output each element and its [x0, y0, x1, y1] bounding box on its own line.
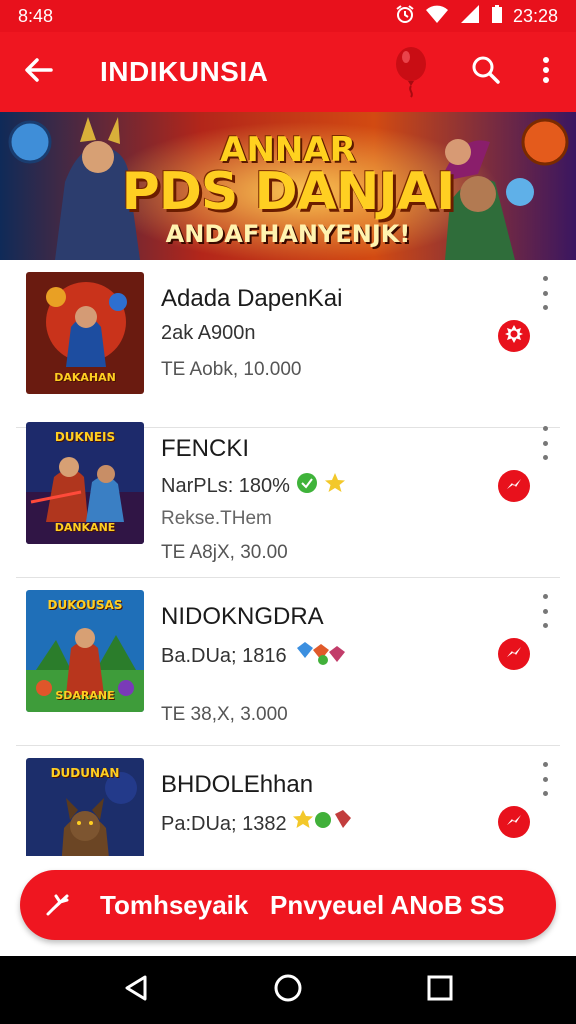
game-thumbnail[interactable]: DUDUNAN [26, 758, 144, 856]
game-thumbnail[interactable]: DAKAHAN [26, 272, 144, 394]
flash-icon [505, 475, 523, 498]
wifi-icon [425, 4, 449, 29]
list-item[interactable]: DAKAHAN Adada DapenKai 2ak A900n TE Aobk… [16, 260, 560, 428]
flash-icon [505, 811, 523, 834]
thumbnail-caption: DANKANE [54, 521, 116, 534]
overflow-menu-button[interactable] [516, 32, 576, 112]
item-meta: NarPLs: 180% [161, 472, 491, 500]
item-more-button[interactable] [536, 594, 554, 628]
list-item[interactable]: DUDUNAN BHDOLEhhan Pa:DUa; 1382 [16, 746, 560, 856]
share-arrow-icon [20, 892, 100, 918]
item-subtitle: Rekse.THem [161, 508, 272, 529]
signal-icon [459, 4, 481, 29]
item-title: Adada DapenKai [161, 285, 343, 312]
status-bar: 8:48 23:28 [0, 0, 576, 32]
gems-icon [293, 640, 353, 672]
nav-back-button[interactable] [116, 970, 156, 1010]
thumbnail-caption: SDARANE [55, 689, 115, 702]
item-info: NIDOKNGDRA Ba.DUa; 1816 TE 38,X, 3.000 [161, 602, 491, 726]
promo-banner[interactable]: ANNAR PDS DANJAI ANDAFHANYENJK! [0, 112, 576, 260]
item-title: FENCKI [161, 435, 250, 462]
flash-icon [505, 643, 523, 666]
item-info: FENCKI NarPLs: 180% Rekse.THem TE A8jX, … [161, 434, 491, 564]
item-more-button[interactable] [536, 426, 554, 460]
triangle-back-icon [124, 975, 148, 1006]
bottom-action-area: Tomhseyaik Pnvyeuel ANoB SS [0, 856, 576, 956]
thumbnail-caption: DAKAHAN [54, 371, 116, 384]
item-price: TE A8jX, 30.00 [161, 542, 288, 563]
item-meta: Pa:DUa; 1382 [161, 808, 491, 840]
game-thumbnail[interactable]: DUKNEIS DANKANE [26, 422, 144, 544]
alarm-icon [395, 4, 415, 29]
battery-icon [491, 4, 503, 29]
list-item[interactable]: DUKOUSAS SDARANE NIDOKNGDRA Ba.DUa; 1816… [16, 578, 560, 746]
item-meta-text: 2ak A900n [161, 322, 256, 344]
square-recents-icon [427, 975, 453, 1006]
item-more-button[interactable] [536, 762, 554, 796]
item-meta: Ba.DUa; 1816 [161, 640, 491, 672]
nav-home-button[interactable] [268, 970, 308, 1010]
star-icon [324, 472, 346, 500]
status-time: 8:48 [18, 5, 54, 26]
nav-recents-button[interactable] [420, 970, 460, 1010]
item-action-button[interactable] [498, 470, 530, 502]
item-info: Adada DapenKai 2ak A900n TE Aobk, 10.000 [161, 284, 491, 381]
thumbnail-caption-top: DUKNEIS [54, 430, 116, 444]
gem-icon [296, 472, 318, 500]
thumbnail-caption-top: DUKOUSAS [47, 598, 123, 612]
more-vert-icon [542, 56, 550, 89]
item-price: TE 38,X, 3.000 [161, 704, 288, 725]
item-meta: 2ak A900n [161, 322, 491, 345]
back-button[interactable] [0, 32, 76, 112]
circle-home-icon [273, 973, 303, 1008]
status-clock: 23:28 [512, 5, 558, 26]
game-list[interactable]: DAKAHAN Adada DapenKai 2ak A900n TE Aobk… [0, 260, 576, 856]
item-title: BHDOLEhhan [161, 771, 314, 798]
primary-cta-button[interactable]: Tomhseyaik Pnvyeuel ANoB SS [20, 870, 556, 940]
game-thumbnail[interactable]: DUKOUSAS SDARANE [26, 590, 144, 712]
arrow-left-icon [23, 57, 53, 88]
item-action-button[interactable] [498, 320, 530, 352]
cta-label: Tomhseyaik Pnvyeuel ANoB SS [100, 889, 505, 920]
banner-title-line2: PDS DANJAI [121, 162, 456, 222]
status-icons: 23:28 [395, 4, 558, 29]
banner-subtitle: ANDAFHANYENJK! [165, 220, 411, 248]
item-price: TE Aobk, 10.000 [161, 359, 302, 380]
starburst-icon [504, 324, 524, 349]
item-action-button[interactable] [498, 806, 530, 838]
thumbnail-caption-top: DUDUNAN [50, 766, 120, 780]
rewards-icon [292, 808, 353, 840]
item-title: NIDOKNGDRA [161, 603, 324, 630]
search-icon [471, 55, 501, 90]
search-button[interactable] [456, 32, 516, 112]
item-meta-text: Pa:DUa; 1382 [161, 812, 287, 835]
item-meta-text: NarPLs: 180% [161, 474, 290, 497]
item-info: BHDOLEhhan Pa:DUa; 1382 [161, 770, 491, 840]
banner-headline: ANNAR PDS DANJAI ANDAFHANYENJK! [0, 112, 576, 260]
item-action-button[interactable] [498, 638, 530, 670]
balloon-icon [394, 46, 428, 103]
list-item[interactable]: DUKNEIS DANKANE FENCKI NarPLs: 180% Reks… [16, 410, 560, 578]
app-bar: INDIKUNSIA [0, 32, 576, 112]
item-meta-text: Ba.DUa; 1816 [161, 644, 287, 667]
system-nav-bar [0, 956, 576, 1024]
item-more-button[interactable] [536, 276, 554, 310]
